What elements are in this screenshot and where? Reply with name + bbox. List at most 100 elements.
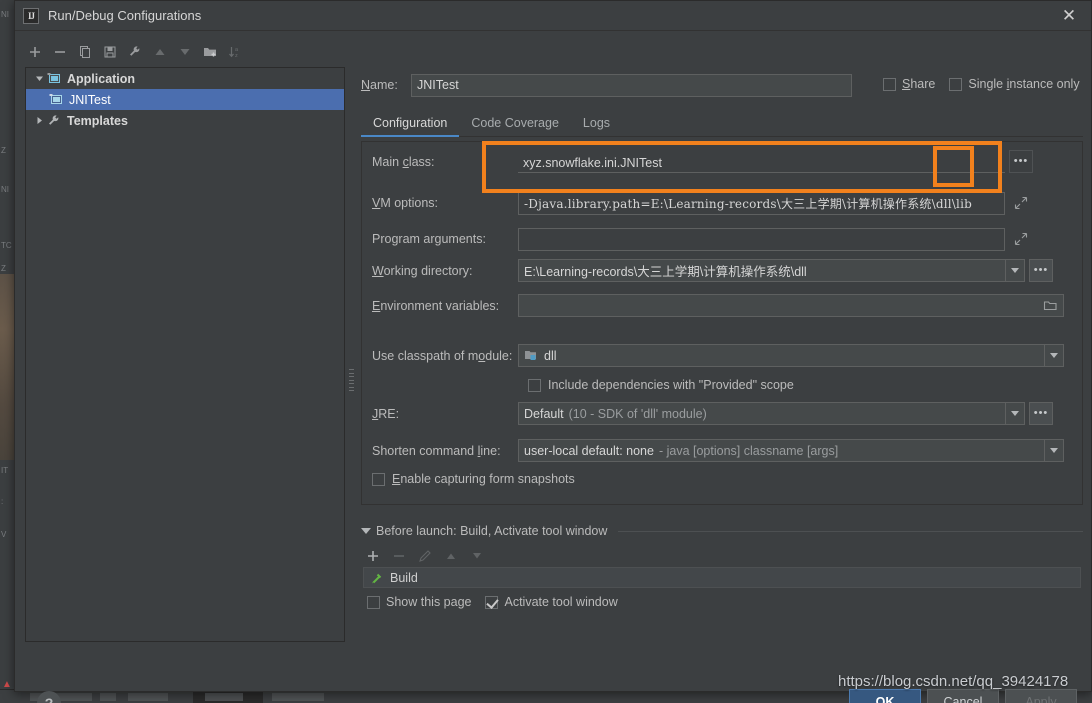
remove-configuration-button[interactable] <box>50 42 70 62</box>
ok-button[interactable]: OK <box>849 689 921 703</box>
dialog-title: Run/Debug Configurations <box>48 8 202 23</box>
program-arguments-input[interactable] <box>518 227 1005 251</box>
vm-options-input[interactable]: -Djava.library.path=E:\Learning-records\… <box>518 191 1005 215</box>
close-icon[interactable]: ✕ <box>1047 1 1091 31</box>
copy-configuration-button[interactable] <box>75 42 95 62</box>
dialog-body: a z Application JNITest Templates Name: … <box>15 31 1091 703</box>
ellipsis-icon: ••• <box>1033 264 1049 276</box>
before-launch-header[interactable]: Before launch: Build, Activate tool wind… <box>361 523 1083 539</box>
configuration-options-checkboxes: Share Single instance only <box>883 77 1080 91</box>
environment-variables-input[interactable] <box>518 294 1064 317</box>
watermark-url: https://blog.csdn.net/qq_39424178 <box>838 673 1069 690</box>
classpath-module-name: dll <box>544 348 557 363</box>
checkbox-box[interactable] <box>485 595 499 609</box>
classpath-module-dropdown-button[interactable] <box>1045 344 1064 367</box>
configurations-toolbar: a z <box>25 39 345 65</box>
create-folder-button[interactable] <box>200 42 220 62</box>
include-provided-scope-checkbox[interactable]: Include dependencies with "Provided" sco… <box>528 378 794 392</box>
tree-item-label: Templates <box>67 113 128 128</box>
configuration-name-input[interactable]: JNITest <box>411 73 852 97</box>
working-directory-dropdown-button[interactable] <box>1006 259 1025 282</box>
classpath-module-label: Use classpath of module: <box>372 348 513 363</box>
build-hammer-icon <box>370 571 384 585</box>
jre-value[interactable]: Default (10 - SDK of 'dll' module) <box>518 402 1006 425</box>
help-button[interactable]: ? <box>37 691 61 703</box>
tab-logs[interactable]: Logs <box>571 116 622 136</box>
chevron-right-icon[interactable] <box>32 114 46 128</box>
main-class-browse-button[interactable]: ••• <box>1009 150 1033 173</box>
add-before-launch-task-button[interactable] <box>363 546 383 566</box>
jre-value-hint: (10 - SDK of 'dll' module) <box>568 406 707 421</box>
before-launch-task-label: Build <box>390 570 418 585</box>
ellipsis-icon: ••• <box>1033 407 1049 419</box>
before-launch-move-up-button[interactable] <box>441 546 461 566</box>
cancel-button[interactable]: Cancel <box>927 689 999 703</box>
chevron-down-icon[interactable] <box>32 72 46 86</box>
environment-variables-row: Environment variables: <box>362 294 1082 317</box>
shorten-command-line-value[interactable]: user-local default: none - java [options… <box>518 439 1045 462</box>
working-directory-input[interactable]: E:\Learning-records\大三上学期\计算机操作系统\dll <box>518 259 1006 282</box>
configurations-tree[interactable]: Application JNITest Templates <box>25 67 345 642</box>
checkbox-box[interactable] <box>883 77 896 91</box>
remove-before-launch-task-button[interactable] <box>389 546 409 566</box>
add-configuration-button[interactable] <box>25 42 45 62</box>
move-up-button[interactable] <box>150 42 170 62</box>
tab-code-coverage[interactable]: Code Coverage <box>459 116 571 136</box>
tree-item-application[interactable]: Application <box>26 68 344 89</box>
before-launch-task-list[interactable]: Build <box>363 567 1081 588</box>
share-checkbox[interactable]: Share <box>883 77 935 91</box>
vm-options-expand-button[interactable] <box>1009 188 1033 218</box>
program-arguments-label: Program arguments: <box>372 232 486 246</box>
classpath-module-row: Use classpath of module: dll <box>362 344 1082 367</box>
chevron-down-icon <box>1050 448 1058 453</box>
ellipsis-icon: ••• <box>1013 155 1029 167</box>
shorten-command-line-row: Shorten command line: user-local default… <box>362 439 1082 462</box>
svg-text:z: z <box>235 53 238 59</box>
status-bar-fragment <box>205 693 243 701</box>
move-down-button[interactable] <box>175 42 195 62</box>
edit-templates-button[interactable] <box>125 42 145 62</box>
dialog-button-row: OK Cancel Apply <box>849 689 1077 703</box>
jre-value-main: Default <box>524 406 564 421</box>
sort-az-button[interactable]: a z <box>225 42 245 62</box>
single-instance-only-label: Single instance only <box>968 77 1080 91</box>
enable-form-snapshots-checkbox[interactable]: Enable capturing form snapshots <box>372 472 575 486</box>
chevron-down-icon <box>1011 268 1019 273</box>
tab-configuration[interactable]: Configuration <box>361 116 460 137</box>
save-configuration-button[interactable] <box>100 42 120 62</box>
jre-row: JRE: Default (10 - SDK of 'dll' module) … <box>362 402 1082 425</box>
before-launch-move-down-button[interactable] <box>467 546 487 566</box>
checkbox-box[interactable] <box>528 378 541 392</box>
environment-variables-browse-button[interactable] <box>1043 298 1058 317</box>
single-instance-only-checkbox[interactable]: Single instance only <box>949 77 1080 91</box>
jre-browse-button[interactable]: ••• <box>1029 402 1053 425</box>
jre-dropdown-button[interactable] <box>1006 402 1025 425</box>
activate-tool-window-checkbox[interactable]: Activate tool window <box>485 595 618 609</box>
status-bar-fragment <box>128 693 168 701</box>
apply-button[interactable]: Apply <box>1005 689 1077 703</box>
configuration-form: Main class: xyz.snowflake.ini.JNITest ••… <box>361 141 1083 505</box>
edit-before-launch-task-button[interactable] <box>415 546 435 566</box>
tree-item-jnitest[interactable]: JNITest <box>26 89 344 110</box>
tree-item-templates[interactable]: Templates <box>26 110 344 131</box>
screenshot-root: NI Z NI TC Z IT : V ▲ IJ Run/Debug Confi… <box>0 0 1092 703</box>
tree-item-label: JNITest <box>69 92 111 107</box>
application-icon <box>48 92 64 108</box>
shorten-command-line-hint: - java [options] classname [args] <box>658 443 839 458</box>
main-class-label: Main class: <box>372 154 435 169</box>
shorten-command-line-dropdown-button[interactable] <box>1045 439 1064 462</box>
checkbox-box[interactable] <box>367 595 380 609</box>
module-icon <box>524 349 538 362</box>
panel-splitter-handle[interactable] <box>349 369 354 391</box>
classpath-module-value[interactable]: dll <box>518 344 1045 367</box>
program-arguments-expand-button[interactable] <box>1009 224 1033 254</box>
show-this-page-checkbox[interactable]: Show this page <box>367 595 471 609</box>
chevron-down-icon[interactable] <box>361 528 371 534</box>
checkbox-box[interactable] <box>949 77 963 91</box>
main-class-input[interactable]: xyz.snowflake.ini.JNITest <box>518 150 1005 173</box>
working-directory-browse-button[interactable]: ••• <box>1029 259 1053 282</box>
activate-tool-window-label: Activate tool window <box>504 595 618 609</box>
checkbox-box[interactable] <box>372 472 385 486</box>
configuration-name-label: Name: <box>361 78 398 92</box>
configuration-tabs: Configuration Code Coverage Logs <box>361 111 1083 137</box>
